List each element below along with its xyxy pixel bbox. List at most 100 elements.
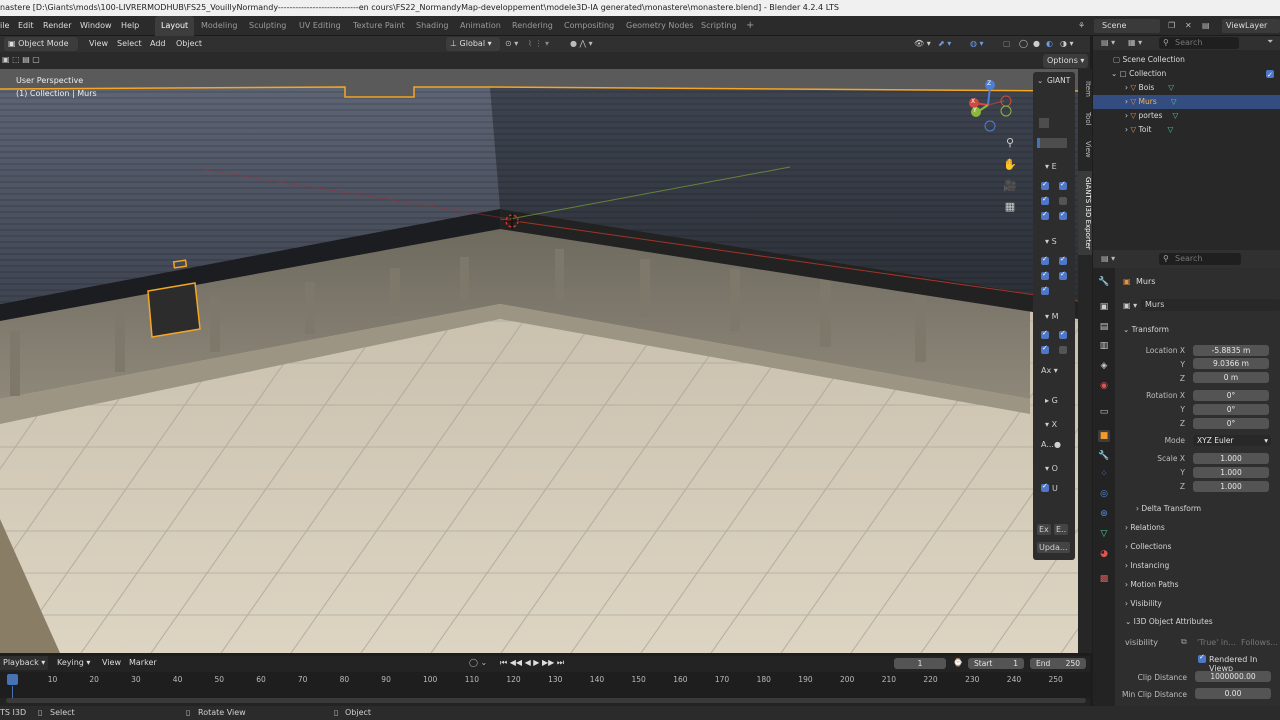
checkbox[interactable] xyxy=(1059,270,1067,280)
timeline-ruler[interactable]: 1102030405060708090100110120130140150160… xyxy=(0,672,1090,698)
pivot-icon[interactable]: ⊙ ▾ xyxy=(505,37,518,51)
new-scene-icon[interactable]: ❐ xyxy=(1168,16,1175,36)
rotation-mode-dropdown[interactable]: XYZ Euler ▾ xyxy=(1193,435,1271,446)
i3d-attributes-header[interactable]: ⌄ I3D Object Attributes xyxy=(1125,617,1213,626)
checkbox[interactable] xyxy=(1041,329,1049,339)
object-tab-icon[interactable]: ■ xyxy=(1098,430,1110,442)
tab-compositing[interactable]: Compositing xyxy=(564,16,614,36)
rotation-x-field[interactable]: 0° xyxy=(1193,390,1269,401)
panel-button[interactable] xyxy=(1039,118,1049,128)
proportional-edit-icon[interactable]: ● ⋀ ▾ xyxy=(570,37,593,51)
menu-window[interactable]: Window xyxy=(80,16,112,36)
a-field[interactable]: A...● xyxy=(1041,440,1061,449)
relations-header[interactable]: › Relations xyxy=(1125,523,1165,532)
xray-icon[interactable]: ▢ xyxy=(1003,37,1011,51)
header-select-menu[interactable]: Select xyxy=(117,37,142,51)
motion-paths-header[interactable]: › Motion Paths xyxy=(1125,580,1179,589)
tree-row-scene-collection[interactable]: ▢ Scene Collection xyxy=(1093,53,1280,67)
exclude-checkbox[interactable] xyxy=(1266,68,1274,82)
record-icon[interactable]: ◯ ⌄ xyxy=(469,656,487,670)
tab-uv-editing[interactable]: UV Editing xyxy=(299,16,341,36)
visibility-header[interactable]: › Visibility xyxy=(1125,599,1162,608)
min-clip-distance-field[interactable]: 0.00 xyxy=(1195,688,1271,699)
grid-perspective-icon[interactable]: ▦ xyxy=(1002,199,1018,215)
tab-scripting[interactable]: Scripting xyxy=(701,16,737,36)
delete-scene-icon[interactable]: ✕ xyxy=(1185,16,1192,36)
export-button[interactable]: Ex xyxy=(1037,524,1051,535)
section-x-toggle[interactable]: ▾ X xyxy=(1045,420,1057,429)
shading-solid-icon[interactable]: ● xyxy=(1033,37,1040,51)
collections-header[interactable]: › Collections xyxy=(1125,542,1171,551)
checkbox[interactable] xyxy=(1041,270,1049,280)
tab-giants-exporter[interactable]: GIANTS I3D Exporter xyxy=(1078,171,1092,255)
checkbox[interactable] xyxy=(1041,210,1049,220)
follows-field[interactable]: Follows... xyxy=(1241,638,1278,647)
mode-dropdown[interactable]: ▣ Object Mode ▾ xyxy=(4,37,78,62)
tree-row-collection[interactable]: ⌄ ▢ Collection xyxy=(1093,67,1280,82)
tab-tool[interactable]: Tool xyxy=(1078,107,1092,131)
filter-icon[interactable]: ▦ ▾ xyxy=(1128,38,1142,47)
end-frame-field[interactable]: End 250 xyxy=(1030,658,1086,669)
viewport-3d[interactable]: User Perspective (1) Collection | Murs Z… xyxy=(0,69,1078,653)
checkbox[interactable] xyxy=(1041,344,1049,354)
checkbox[interactable] xyxy=(1041,195,1049,205)
zoom-icon[interactable]: ⚲ xyxy=(1002,135,1018,151)
data-block-icon[interactable]: ▣ ▾ xyxy=(1123,301,1137,310)
material-tab-icon[interactable]: ◕ xyxy=(1098,548,1110,560)
tab-layout[interactable]: Layout xyxy=(155,16,195,36)
menu-edit[interactable]: Edit xyxy=(18,16,34,36)
scale-z-field[interactable]: 1.000 xyxy=(1193,481,1269,492)
shading-wireframe-icon[interactable]: ◯ xyxy=(1019,37,1028,51)
pan-hand-icon[interactable]: ✋ xyxy=(1002,157,1018,173)
constraints-tab-icon[interactable]: ⊛ xyxy=(1098,508,1110,520)
section-e-toggle[interactable]: ▾ E xyxy=(1045,162,1057,171)
section-s-toggle[interactable]: ▾ S xyxy=(1045,237,1057,246)
menu-help[interactable]: Help xyxy=(121,16,139,36)
modifier-tab-icon[interactable]: 🔧 xyxy=(1098,450,1110,462)
tab-item[interactable]: Item xyxy=(1078,77,1092,101)
header-object-menu[interactable]: Object xyxy=(176,37,202,51)
output-tab-icon[interactable]: ▤ xyxy=(1098,321,1110,333)
current-frame-field[interactable]: 1 xyxy=(894,658,946,669)
section-o-toggle[interactable]: ▾ O xyxy=(1045,464,1058,473)
tab-geometry-nodes[interactable]: Geometry Nodes xyxy=(626,16,693,36)
section-g-toggle[interactable]: ▸ G xyxy=(1045,396,1058,405)
tab-animation[interactable]: Animation xyxy=(460,16,501,36)
header-view-menu[interactable]: View xyxy=(89,37,108,51)
checkbox[interactable] xyxy=(1059,255,1067,265)
clip-distance-field[interactable]: 1000000.00 xyxy=(1195,671,1271,682)
tool-tab-icon[interactable]: 🔧 xyxy=(1098,276,1110,288)
texture-tab-icon[interactable]: ▩ xyxy=(1098,573,1110,585)
update-button[interactable]: Upda... xyxy=(1037,542,1070,553)
location-x-field[interactable]: -5.8835 m xyxy=(1193,345,1269,356)
checkbox[interactable] xyxy=(1059,210,1067,220)
shading-material-icon[interactable]: ◐ xyxy=(1046,37,1053,51)
tab-texture-paint[interactable]: Texture Paint xyxy=(353,16,405,36)
checkbox[interactable] xyxy=(1059,346,1067,354)
outliner-filter-funnel-icon[interactable]: ⏷ xyxy=(1267,37,1273,47)
tree-row-bois[interactable]: › ▽ Bois ▽ xyxy=(1093,81,1280,95)
scale-x-field[interactable]: 1.000 xyxy=(1193,453,1269,464)
snap-icon[interactable]: ⌇ ⋮ ▾ xyxy=(528,37,549,51)
menu-render[interactable]: Render xyxy=(43,16,71,36)
checkbox[interactable] xyxy=(1041,255,1049,265)
view-layer-tab-icon[interactable]: ▥ xyxy=(1098,340,1110,352)
ax-dropdown[interactable]: Ax ▾ xyxy=(1041,366,1058,375)
playhead[interactable] xyxy=(7,674,18,685)
panel-toggle[interactable] xyxy=(1037,138,1067,148)
tree-row-murs[interactable]: › ▽ Murs ▽ xyxy=(1093,95,1280,109)
expand-icon[interactable]: ⌄ xyxy=(1111,69,1120,78)
checkbox[interactable] xyxy=(1059,329,1067,339)
tab-sculpting[interactable]: Sculpting xyxy=(249,16,286,36)
scene-selector[interactable]: Scene xyxy=(1094,19,1160,33)
tool-select-box-icon[interactable]: ▣ ⬚ ▤ ▢ xyxy=(2,53,40,67)
export-e-button[interactable]: E.. xyxy=(1054,524,1069,535)
start-frame-field[interactable]: Start 1 xyxy=(968,658,1024,669)
copy-icon[interactable]: ⧉ xyxy=(1181,637,1187,647)
collection-tab-icon[interactable]: ▭ xyxy=(1098,406,1110,418)
rotation-z-field[interactable]: 0° xyxy=(1193,418,1269,429)
checkbox[interactable] xyxy=(1041,482,1049,492)
checkbox[interactable] xyxy=(1059,180,1067,190)
location-y-field[interactable]: 9.0366 m xyxy=(1193,358,1269,369)
section-m-toggle[interactable]: ▾ M xyxy=(1045,312,1058,321)
